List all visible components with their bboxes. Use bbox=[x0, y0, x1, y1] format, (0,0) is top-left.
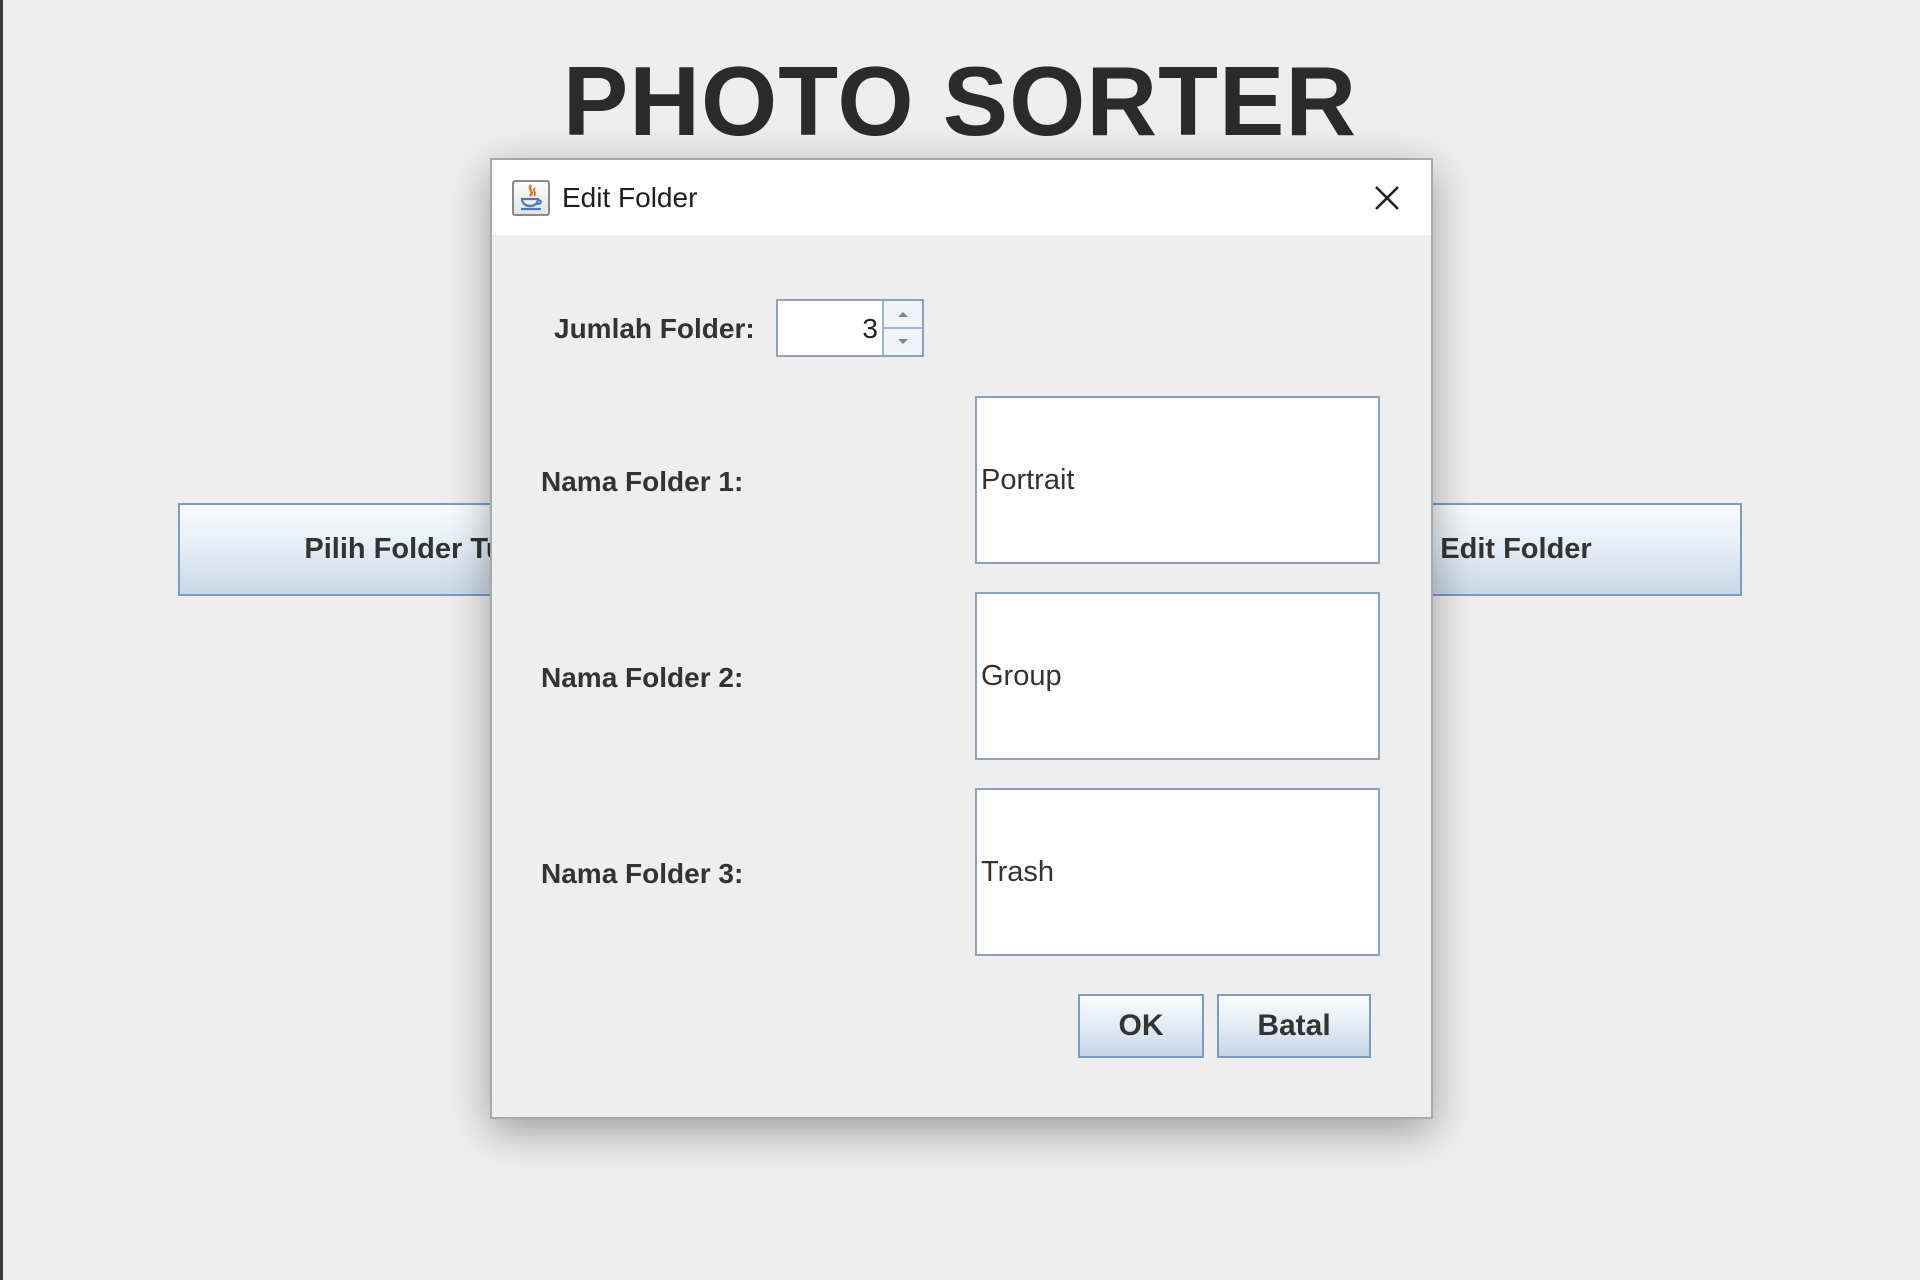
spinner-down-button[interactable] bbox=[884, 329, 922, 355]
chevron-up-icon bbox=[898, 312, 908, 317]
folder-name-label-3: Nama Folder 3: bbox=[541, 858, 744, 889]
close-button[interactable] bbox=[1363, 174, 1411, 222]
edit-folder-dialog: Edit Folder Jumlah Folder: 3 Nama Folder… bbox=[490, 158, 1433, 1119]
chevron-down-icon bbox=[898, 339, 908, 344]
folder-name-field-1[interactable] bbox=[975, 396, 1380, 564]
cancel-button[interactable]: Batal bbox=[1217, 994, 1371, 1058]
spinner-arrows bbox=[882, 301, 922, 355]
folder-name-label-2: Nama Folder 2: bbox=[541, 662, 744, 693]
dialog-title-bar[interactable]: Edit Folder bbox=[492, 160, 1431, 235]
folder-count-label: Jumlah Folder: bbox=[554, 313, 755, 344]
app-title: PHOTO SORTER bbox=[562, 46, 1358, 156]
window-left-edge bbox=[0, 0, 3, 1280]
spinner-up-button[interactable] bbox=[884, 301, 922, 329]
dialog-title: Edit Folder bbox=[562, 182, 698, 213]
folder-name-field-3[interactable] bbox=[975, 788, 1380, 956]
java-icon bbox=[512, 180, 550, 216]
close-icon bbox=[1375, 186, 1399, 210]
ok-button[interactable]: OK bbox=[1078, 994, 1204, 1058]
folder-count-spinner[interactable]: 3 bbox=[776, 299, 924, 357]
folder-name-label-1: Nama Folder 1: bbox=[541, 466, 744, 497]
folder-count-value[interactable]: 3 bbox=[862, 313, 878, 345]
folder-name-field-2[interactable] bbox=[975, 592, 1380, 760]
